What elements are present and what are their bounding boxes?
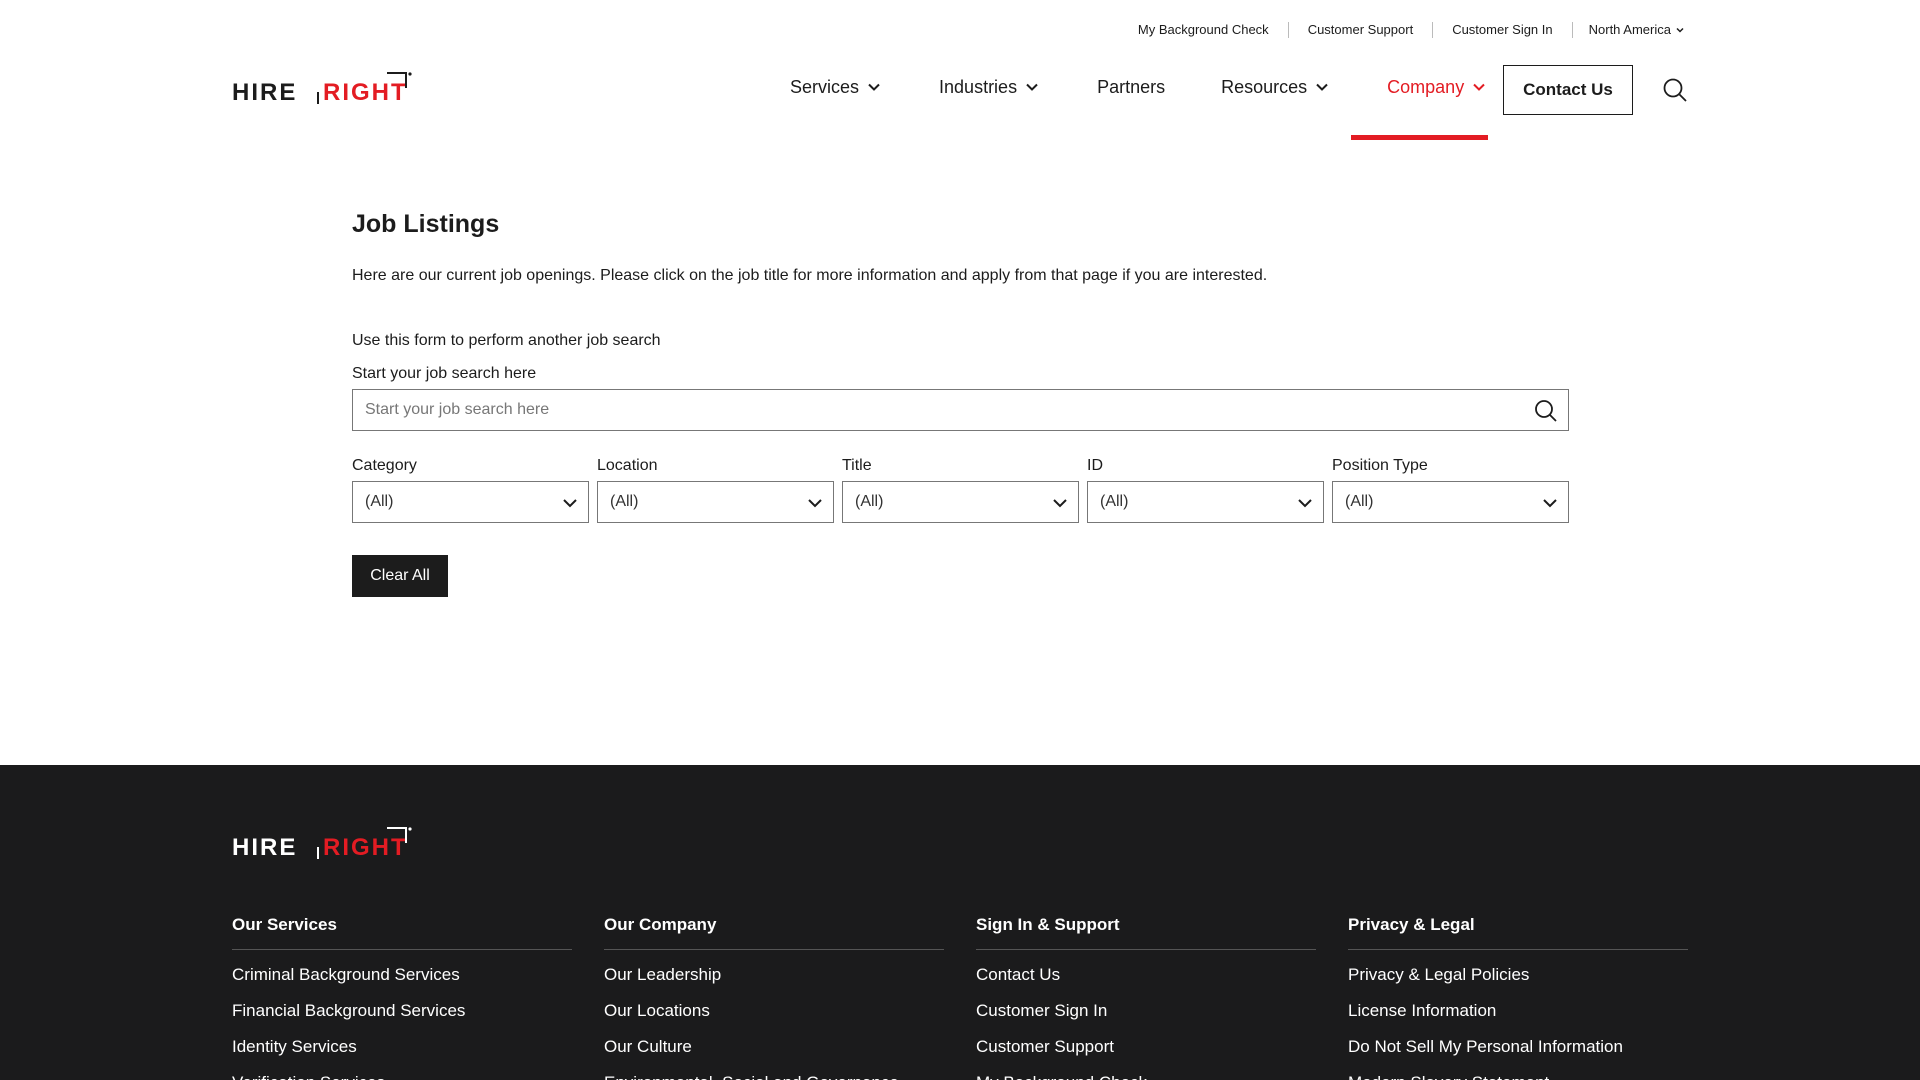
- title-select[interactable]: (All): [842, 481, 1079, 523]
- footer-col-company: Our Company Our Leadership Our Locations…: [604, 915, 944, 1080]
- search-icon[interactable]: [1662, 77, 1688, 103]
- nav-item-company[interactable]: Company: [1387, 62, 1486, 112]
- form-intro-text: Use this form to perform another job sea…: [352, 332, 661, 349]
- nav-item-services[interactable]: Services: [790, 62, 881, 112]
- footer-link[interactable]: Financial Background Services: [232, 1000, 572, 1021]
- svg-text:RIGHT: RIGHT: [323, 834, 408, 861]
- chevron-down-icon: [868, 83, 880, 91]
- position-type-select[interactable]: (All): [1332, 481, 1569, 523]
- chevron-down-icon: [1316, 83, 1328, 91]
- hireright-logo[interactable]: HIRE RIGHT: [232, 70, 414, 108]
- footer-link[interactable]: Our Locations: [604, 1000, 944, 1021]
- filter-label: Category: [352, 457, 417, 474]
- region-selector[interactable]: North America: [1573, 22, 1685, 38]
- select-value: (All): [610, 493, 639, 510]
- utility-link-customer-support[interactable]: Customer Support: [1289, 22, 1434, 38]
- select-value: (All): [1100, 493, 1129, 510]
- chevron-down-icon: [1026, 83, 1038, 91]
- footer-link[interactable]: Criminal Background Services: [232, 964, 572, 985]
- chevron-down-icon: [563, 499, 577, 508]
- footer-link[interactable]: Customer Sign In: [976, 1000, 1316, 1021]
- footer-link[interactable]: Contact Us: [976, 964, 1316, 985]
- chevron-down-icon: [1298, 499, 1312, 508]
- filter-id: ID (All): [1087, 457, 1324, 523]
- utility-bar: My Background Check Customer Support Cus…: [1138, 22, 1685, 38]
- filter-label: Title: [842, 457, 872, 474]
- filter-label: Location: [597, 457, 658, 474]
- svg-text:RIGHT: RIGHT: [323, 79, 408, 106]
- filter-position-type: Position Type (All): [1332, 457, 1569, 523]
- footer-heading: Privacy & Legal: [1348, 915, 1688, 950]
- chevron-down-icon: [1473, 83, 1485, 91]
- nav-item-partners[interactable]: Partners: [1097, 62, 1165, 112]
- chevron-down-icon: [808, 499, 822, 508]
- job-listings-section: Job Listings Here are our current job op…: [352, 210, 1569, 597]
- footer-link[interactable]: Our Leadership: [604, 964, 944, 985]
- footer-heading: Our Services: [232, 915, 572, 950]
- footer-heading: Our Company: [604, 915, 944, 950]
- filter-title: Title (All): [842, 457, 1079, 523]
- site-footer: HIRE RIGHT Our Services Criminal Backgro…: [0, 765, 1920, 1080]
- location-select[interactable]: (All): [597, 481, 834, 523]
- utility-link-customer-sign-in[interactable]: Customer Sign In: [1433, 22, 1573, 38]
- footer-col-support: Sign In & Support Contact Us Customer Si…: [976, 915, 1316, 1080]
- job-search-input[interactable]: [353, 390, 1568, 430]
- footer-link[interactable]: License Information: [1348, 1000, 1688, 1021]
- region-label: North America: [1588, 22, 1671, 37]
- job-search-box: [352, 389, 1569, 431]
- nav-item-industries[interactable]: Industries: [939, 62, 1039, 112]
- footer-col-privacy: Privacy & Legal Privacy & Legal Policies…: [1348, 915, 1688, 1080]
- select-value: (All): [365, 493, 394, 510]
- utility-link-my-background-check[interactable]: My Background Check: [1138, 22, 1289, 38]
- select-value: (All): [855, 493, 884, 510]
- footer-link[interactable]: Customer Support: [976, 1036, 1316, 1057]
- page-title: Job Listings: [352, 210, 500, 238]
- chevron-down-icon: [1053, 499, 1067, 508]
- category-select[interactable]: (All): [352, 481, 589, 523]
- footer-link[interactable]: Identity Services: [232, 1036, 572, 1057]
- nav-label: Partners: [1097, 76, 1166, 97]
- footer-col-services: Our Services Criminal Background Service…: [232, 915, 572, 1080]
- filter-row: Category (All) Location (All) Title (All…: [352, 457, 1569, 523]
- footer-link[interactable]: Our Culture: [604, 1036, 944, 1057]
- hireright-logo[interactable]: HIRE RIGHT: [232, 825, 414, 863]
- id-select[interactable]: (All): [1087, 481, 1324, 523]
- footer-link[interactable]: Environmental, Social and Governance: [604, 1072, 944, 1080]
- filter-location: Location (All): [597, 457, 834, 523]
- filter-label: ID: [1087, 457, 1103, 474]
- intro-text: Here are our current job openings. Pleas…: [352, 267, 1268, 284]
- chevron-down-icon: [1676, 27, 1684, 33]
- nav-label: Company: [1387, 76, 1465, 97]
- footer-link[interactable]: Modern Slavery Statement: [1348, 1072, 1688, 1080]
- search-label: Start your job search here: [352, 365, 537, 382]
- search-icon[interactable]: [1534, 399, 1558, 423]
- main-nav: Services Industries Partners Resources C…: [790, 62, 1544, 112]
- svg-text:HIRE: HIRE: [232, 79, 297, 106]
- filter-label: Position Type: [1332, 457, 1428, 474]
- footer-link[interactable]: Do Not Sell My Personal Information: [1348, 1036, 1688, 1057]
- select-value: (All): [1345, 493, 1374, 510]
- nav-active-indicator: [1351, 135, 1488, 140]
- footer-heading: Sign In & Support: [976, 915, 1316, 950]
- svg-text:HIRE: HIRE: [232, 834, 297, 861]
- footer-link[interactable]: Verification Services: [232, 1072, 572, 1080]
- chevron-down-icon: [1543, 499, 1557, 508]
- nav-item-resources[interactable]: Resources: [1221, 62, 1329, 112]
- clear-all-button[interactable]: Clear All: [352, 555, 448, 597]
- footer-link[interactable]: My Background Check: [976, 1072, 1316, 1080]
- nav-label: Resources: [1221, 76, 1308, 97]
- nav-label: Services: [790, 76, 860, 97]
- filter-category: Category (All): [352, 457, 589, 523]
- footer-link[interactable]: Privacy & Legal Policies: [1348, 964, 1688, 985]
- nav-label: Industries: [939, 76, 1018, 97]
- footer-columns: Our Services Criminal Background Service…: [232, 915, 1688, 1080]
- contact-us-button[interactable]: Contact Us: [1503, 65, 1633, 115]
